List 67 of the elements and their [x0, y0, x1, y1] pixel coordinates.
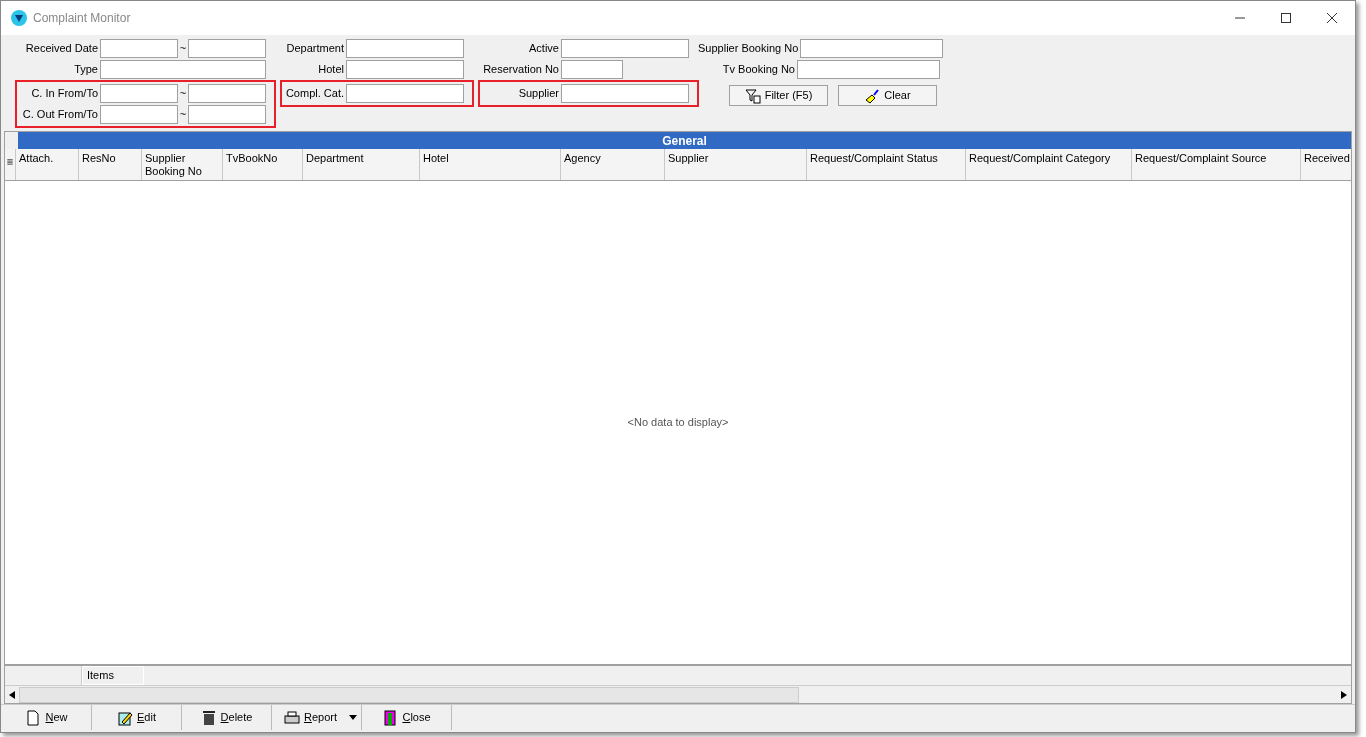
column-header[interactable]: Request/Complaint Source: [1131, 149, 1300, 180]
input-field[interactable]: [188, 39, 266, 58]
column-header[interactable]: TvBookNo: [222, 149, 302, 180]
notepad-pencil-icon: [117, 709, 133, 726]
document-icon: [25, 709, 42, 726]
field-label: Tv Booking No: [721, 62, 796, 78]
input-field[interactable]: [188, 84, 266, 103]
column-header[interactable]: Hotel: [419, 149, 560, 180]
column-header[interactable]: Received: [1300, 149, 1351, 180]
input-field[interactable]: [561, 84, 689, 103]
field-label: Received Date: [24, 41, 99, 57]
range-separator: ~: [178, 86, 188, 102]
scroll-left-icon[interactable]: [9, 690, 15, 699]
close-icon[interactable]: [1327, 13, 1337, 23]
column-header[interactable]: Supplier: [664, 149, 806, 180]
footer-summary: Items: [82, 666, 144, 685]
trash-icon: [200, 709, 217, 726]
range-separator: ~: [178, 107, 188, 123]
input-field[interactable]: [100, 39, 178, 58]
brush-icon: [864, 87, 881, 104]
field-label: Hotel: [317, 62, 345, 78]
range-separator: ~: [178, 41, 188, 57]
door-icon: [382, 709, 399, 726]
field-label: Compl. Cat.: [284, 86, 345, 102]
column-header[interactable]: Agency: [560, 149, 664, 180]
field-label: Supplier: [517, 86, 560, 102]
report-button[interactable]: Report: [272, 705, 349, 730]
input-field[interactable]: [100, 60, 266, 79]
field-label: Type: [73, 62, 99, 78]
delete-button[interactable]: Delete: [182, 705, 271, 730]
field-label: C. Out From/To: [21, 107, 99, 123]
column-header[interactable]: Request/Complaint Status: [806, 149, 965, 180]
column-header[interactable]: Request/Complaint Category: [965, 149, 1131, 180]
scroll-right-icon[interactable]: [1341, 690, 1347, 699]
input-field[interactable]: [797, 60, 940, 79]
new-button[interactable]: New: [2, 705, 91, 730]
maximize-icon[interactable]: [1281, 13, 1291, 23]
empty-message: <No data to display>: [627, 415, 729, 431]
input-field[interactable]: [561, 39, 689, 58]
close-button[interactable]: Close: [362, 705, 451, 730]
dropdown-caret-icon[interactable]: [349, 715, 357, 720]
field-label: C. In From/To: [30, 86, 99, 102]
band-header: General: [18, 132, 1351, 149]
input-field[interactable]: [346, 84, 464, 103]
column-header[interactable]: ResNo: [78, 149, 141, 180]
input-field[interactable]: [561, 60, 623, 79]
field-label: Department: [285, 41, 345, 57]
field-label: Supplier Booking No: [698, 41, 800, 57]
column-header[interactable]: Attach.: [15, 149, 78, 180]
clear-button[interactable]: Clear: [838, 85, 937, 106]
column-header[interactable]: Supplier Booking No: [141, 149, 222, 180]
funnel-icon: [744, 87, 761, 104]
input-field[interactable]: [346, 39, 464, 58]
app-logo-icon: [11, 10, 27, 26]
input-field[interactable]: [100, 105, 178, 124]
input-field[interactable]: [100, 84, 178, 103]
filter-button[interactable]: Filter (F5): [729, 85, 828, 106]
input-field[interactable]: [800, 39, 944, 58]
edit-button[interactable]: Edit: [92, 705, 181, 730]
field-label: Active: [528, 41, 560, 57]
window-title: Complaint Monitor: [33, 10, 131, 27]
column-header[interactable]: Department: [302, 149, 419, 180]
field-label: Reservation No: [482, 62, 560, 78]
horizontal-scrollbar[interactable]: [5, 685, 1351, 703]
input-field[interactable]: [346, 60, 464, 79]
printer-icon: [284, 709, 300, 726]
input-field[interactable]: [188, 105, 266, 124]
